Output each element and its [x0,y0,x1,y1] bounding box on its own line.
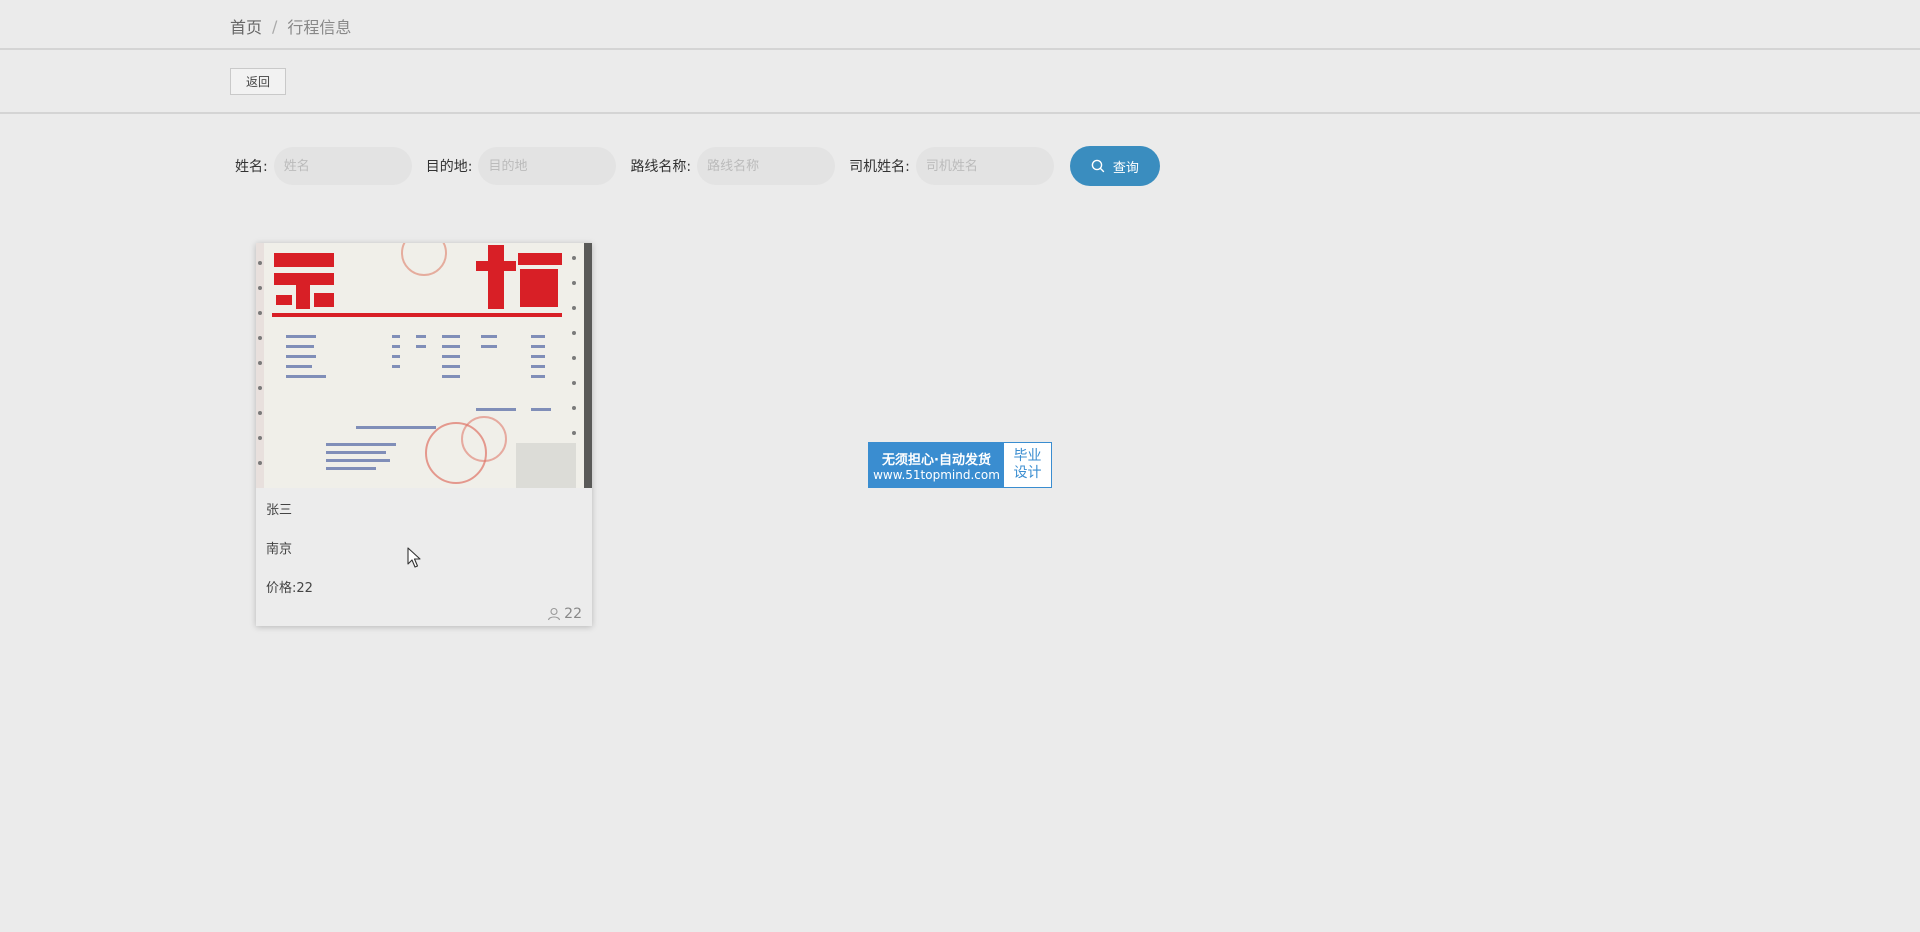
user-icon [548,607,561,621]
trip-card-price: 价格:22 [266,581,313,596]
toolbar: 返回 [0,50,1920,114]
name-input[interactable] [273,147,412,185]
watermark-left: 无须担心·自动发货 www.51topmind.com [869,443,1004,487]
breadcrumb-current: 行程信息 [287,18,352,37]
trip-card-likes[interactable]: 22 [547,606,582,622]
breadcrumb: 首页 / 行程信息 [230,14,351,38]
search-icon [1091,159,1105,173]
back-button[interactable]: 返回 [230,68,286,95]
driver-name-input[interactable] [915,147,1054,185]
query-button[interactable]: 查询 [1069,146,1160,186]
route-name-input[interactable] [697,147,836,185]
receipt-photo [256,243,592,488]
watermark-url: www.51topmind.com [873,467,1000,482]
search-form: 姓名: 目的地: 路线名称: 司机姓名: 查询 [235,145,1160,187]
breadcrumb-bar: 首页 / 行程信息 [0,0,1920,50]
trip-card-image[interactable] [256,243,592,488]
query-button-label: 查询 [1112,159,1139,175]
route-name-label: 路线名称: [630,159,692,175]
breadcrumb-separator: / [272,16,278,36]
watermark-badge-line2: 设计 [1013,465,1042,481]
trip-card-destination: 南京 [266,542,293,557]
driver-name-label: 司机姓名: [849,159,910,175]
mouse-cursor-icon [407,547,421,568]
watermark-right: 毕业 设计 [1004,443,1051,487]
destination-input[interactable] [478,147,617,185]
trip-card-name: 张三 [266,503,293,518]
watermark-badge-line1: 毕业 [1013,448,1042,464]
likes-count: 22 [564,606,582,622]
breadcrumb-home-link[interactable]: 首页 [230,14,262,38]
watermark-badge: 无须担心·自动发货 www.51topmind.com 毕业 设计 [868,442,1052,488]
name-label: 姓名: [235,159,268,175]
destination-label: 目的地: [425,159,473,175]
trip-card[interactable]: 张三 南京 价格:22 22 [256,243,592,626]
watermark-slogan: 无须担心·自动发货 [882,452,991,468]
